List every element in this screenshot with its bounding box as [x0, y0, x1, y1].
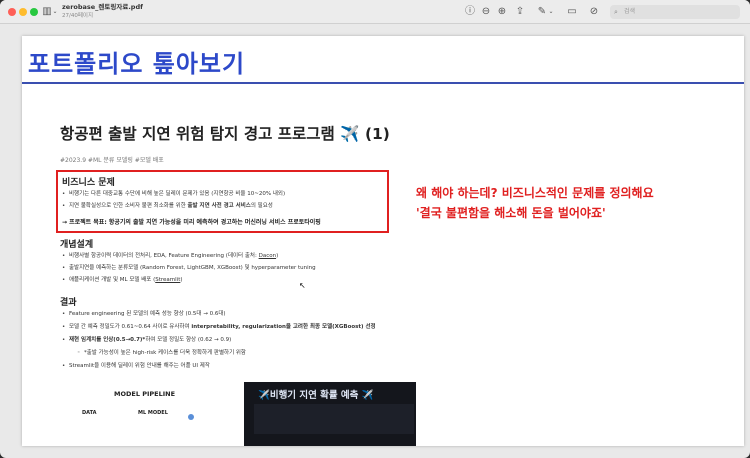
- airplane-icon: ✈️: [340, 125, 360, 143]
- file-name: zerobase_렌토링자료.pdf: [62, 3, 143, 11]
- page-header: 포트폴리오 톺아보기: [22, 36, 744, 84]
- markup-pen-icon[interactable]: ✎: [536, 5, 548, 19]
- search-field[interactable]: ⌕ 검색: [610, 5, 740, 19]
- results-bullet-4: Streamlit을 이용해 딜레이 위험 안내를 해주는 어플 UI 제작: [62, 362, 210, 370]
- search-placeholder: 검색: [624, 8, 636, 15]
- mouse-cursor-icon: ↖: [299, 281, 306, 290]
- dacon-link[interactable]: Dacon: [259, 253, 276, 259]
- slide-title: 항공편 출발 지연 위험 탐지 경고 프로그램 ✈️ (1): [60, 122, 390, 144]
- design-bullet-1: 비행사별 항공이력 데이터의 전처리, EDA, Feature Enginee…: [62, 252, 278, 260]
- annotation-line-2: '결국 불편함을 해소해 돈을 벌어야죠': [416, 206, 606, 220]
- page-count: 27/40페이지: [62, 13, 94, 19]
- app-preview-title: ✈️비행기 지연 확률 예측 ✈️: [258, 390, 374, 401]
- zoom-out-icon[interactable]: ⊖: [480, 5, 492, 19]
- toolbar: ▥ ⌄ zerobase_렌토링자료.pdf 27/40페이지 ⓘ ⊖ ⊕ ⇪ …: [0, 0, 750, 24]
- slide-title-suffix: (1): [364, 125, 390, 143]
- design-bullet-3: 애플리케이션 개발 및 ML 모델 배포 (Streamlit): [62, 276, 182, 284]
- share-icon[interactable]: ⇪: [514, 5, 526, 19]
- pipeline-node-icon: [188, 414, 194, 420]
- pipeline-title: MODEL PIPELINE: [114, 390, 176, 398]
- search-icon: ⌕: [614, 8, 618, 16]
- app-preview-panel: ✈️비행기 지연 확률 예측 ✈️: [244, 382, 416, 446]
- design-bullet-2: 출발지연을 예측하는 분류모델 (Random Forest, LightGBM…: [62, 264, 316, 272]
- close-window-button[interactable]: [8, 8, 16, 16]
- pipeline-col-model: ML MODEL: [138, 410, 168, 416]
- project-tags: #2023.9 #ML 분류 모델링 #모델 배포: [60, 157, 164, 164]
- results-bullet-2: 모델 간 예측 정밀도가 0.61~0.64 사이로 유사하여 interpre…: [62, 323, 376, 331]
- zoom-in-icon[interactable]: ⊕: [496, 5, 508, 19]
- slide-title-text: 항공편 출발 지연 위험 탐지 경고 프로그램: [60, 125, 335, 143]
- preview-window: ▥ ⌄ zerobase_렌토링자료.pdf 27/40페이지 ⓘ ⊖ ⊕ ⇪ …: [0, 0, 750, 458]
- page-title: 포트폴리오 톺아보기: [28, 50, 246, 78]
- design-heading: 개념설계: [60, 240, 94, 250]
- results-bullet-3: 재현 임계치를 인상(0.5→0.7)*하여 모델 정밀도 향상 (0.62 →…: [62, 336, 231, 344]
- info-icon[interactable]: ⓘ: [464, 5, 476, 19]
- minimize-window-button[interactable]: [19, 8, 27, 16]
- window-icon[interactable]: ▭: [566, 5, 578, 19]
- results-bullet-1: Feature engineering 된 모델의 예측 성능 향상 (0.5대…: [62, 310, 226, 318]
- pipeline-col-data: DATA: [82, 410, 97, 416]
- sidebar-toggle-icon[interactable]: ▥: [42, 5, 52, 19]
- streamlit-link[interactable]: Streamlit: [155, 277, 180, 283]
- chevron-down-icon[interactable]: ⌄: [548, 5, 554, 19]
- business-heading: 비즈니스 문제: [62, 178, 115, 188]
- pdf-page[interactable]: 포트폴리오 톺아보기 항공편 출발 지연 위험 탐지 경고 프로그램 ✈️ (1…: [22, 36, 744, 446]
- project-goal: → 프로젝트 목표: 항공기의 출발 지연 가능성을 미리 예측하여 경고하는 …: [62, 219, 321, 226]
- app-preview-body: [254, 404, 414, 434]
- markup-icon[interactable]: ⊘: [588, 5, 600, 19]
- document-title-block: zerobase_렌토링자료.pdf 27/40페이지: [62, 3, 143, 20]
- results-heading: 결과: [60, 298, 77, 308]
- business-bullet-2: 지연 불확실성으로 인한 소비자 불편 최소화를 위한 출발 지연 사전 경고 …: [62, 202, 273, 210]
- annotation-line-1: 왜 해야 하는데? 비즈니스적인 문제를 정의해요: [416, 186, 654, 200]
- maximize-window-button[interactable]: [30, 8, 38, 16]
- chevron-down-icon[interactable]: ⌄: [52, 5, 58, 19]
- results-sub-bullet: *출발 가능성이 높은 high-risk 케이스를 더욱 정확하게 판별하기 …: [77, 349, 246, 357]
- business-bullet-1: 비행기는 다른 대중교통 수단에 비해 높은 딜레이 문제가 있음 (지연항공 …: [62, 190, 285, 198]
